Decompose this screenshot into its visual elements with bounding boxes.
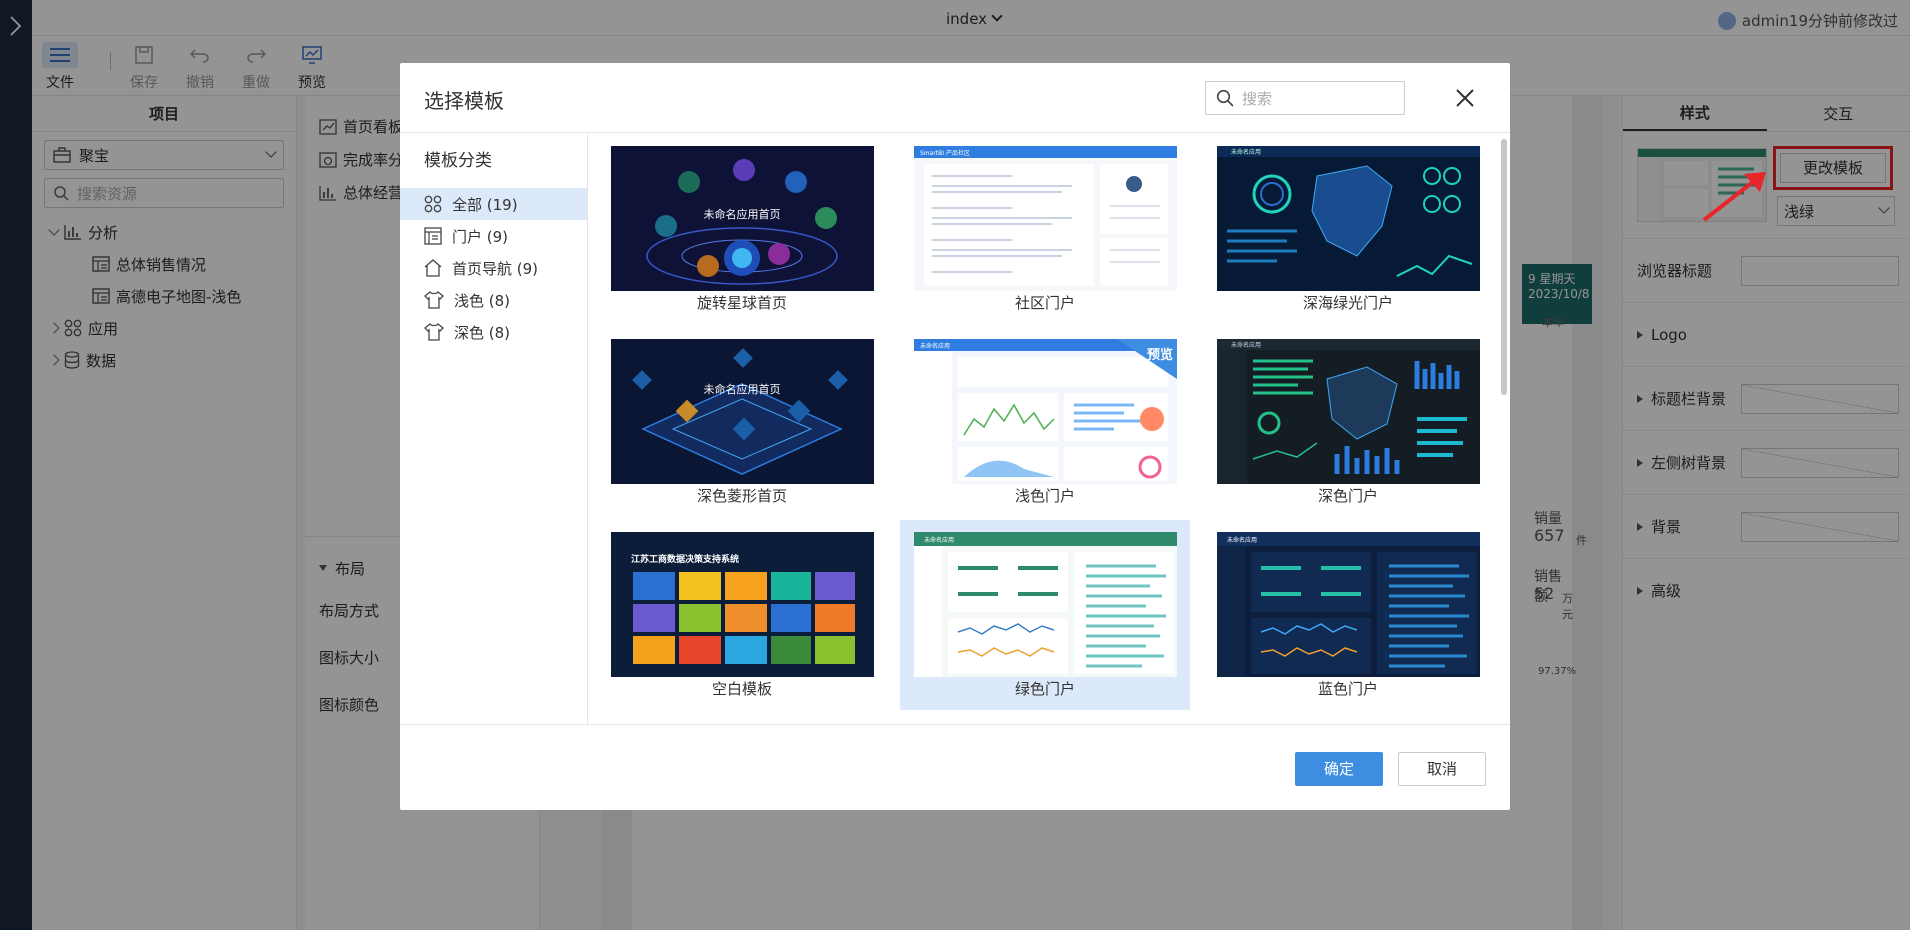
confirm-button[interactable]: 确定 xyxy=(1295,752,1383,786)
template-name: 深色菱形首页 xyxy=(696,487,787,505)
template-grid-scrollbar[interactable] xyxy=(1501,139,1507,395)
template-name: 蓝色门户 xyxy=(1317,680,1378,698)
dialog-footer: 确定 取消 xyxy=(400,724,1510,810)
template-thumbnail: 未命名应用首页 xyxy=(611,146,874,291)
dialog-title: 选择模板 xyxy=(424,89,504,113)
template-thumbnail: 未命名应用 xyxy=(1217,146,1480,291)
template-card-dark-diamond[interactable]: 未命名应用首页 深色菱形首页 xyxy=(597,327,887,517)
template-thumbnail: SmartBI 产品社区 xyxy=(914,146,1177,291)
template-card-light-portal[interactable]: 未命名应用预览 浅色门户 xyxy=(900,327,1190,517)
svg-text:未命名应用首页: 未命名应用首页 xyxy=(704,382,781,396)
dialog-header: 选择模板 搜索 xyxy=(400,63,1510,133)
template-name: 旋转星球首页 xyxy=(696,294,787,312)
template-name: 浅色门户 xyxy=(1014,487,1075,505)
template-grid: 未命名应用首页 旋转星球首页 SmartBI 产品社区 社区门户 未命名应用 深… xyxy=(589,134,1501,724)
template-thumbnail: 未命名应用 xyxy=(914,532,1177,677)
template-name: 绿色门户 xyxy=(1014,680,1075,698)
svg-text:未命名应用首页: 未命名应用首页 xyxy=(704,207,781,221)
svg-text:未命名应用: 未命名应用 xyxy=(1227,536,1257,544)
template-picker-dialog: 选择模板 搜索 模板分类 全部 (19) 门户 (9) 首页导航 (9) 浅色 … xyxy=(400,63,1510,810)
template-thumbnail: 未命名应用 xyxy=(1217,532,1480,677)
template-name: 社区门户 xyxy=(1014,294,1075,312)
template-name: 空白模板 xyxy=(711,680,772,698)
category-all[interactable]: 全部 (19) xyxy=(400,188,587,220)
home-icon xyxy=(424,259,442,277)
template-thumbnail: 未命名应用 xyxy=(1217,339,1480,484)
cancel-button[interactable]: 取消 xyxy=(1398,752,1486,786)
template-search-input[interactable]: 搜索 xyxy=(1205,81,1405,115)
search-icon xyxy=(1216,89,1234,107)
shirt-icon xyxy=(424,291,444,309)
svg-text:未命名应用: 未命名应用 xyxy=(924,536,954,544)
template-thumbnail: 未命名应用预览 xyxy=(914,339,1177,484)
shirt-icon xyxy=(424,323,444,341)
template-name: 深海绿光门户 xyxy=(1302,294,1393,312)
preview-badge: 预览 xyxy=(1147,347,1173,363)
template-card-deep-sea-green[interactable]: 未命名应用 深海绿光门户 xyxy=(1203,134,1493,324)
svg-text:SmartBI 产品社区: SmartBI 产品社区 xyxy=(920,149,970,157)
template-name: 深色门户 xyxy=(1317,487,1378,505)
category-header: 模板分类 xyxy=(424,151,492,171)
portal-icon xyxy=(424,227,442,245)
svg-text:未命名应用: 未命名应用 xyxy=(1231,341,1261,349)
category-home-nav[interactable]: 首页导航 (9) xyxy=(400,252,587,284)
template-card-rotating-planet[interactable]: 未命名应用首页 旋转星球首页 xyxy=(597,134,887,324)
svg-text:未命名应用: 未命名应用 xyxy=(1231,148,1261,156)
grid-icon xyxy=(424,195,442,213)
template-card-dark-portal[interactable]: 未命名应用 深色门户 xyxy=(1203,327,1493,517)
category-dark[interactable]: 深色 (8) xyxy=(400,316,587,348)
template-thumbnail: 未命名应用首页 xyxy=(611,339,874,484)
close-icon[interactable] xyxy=(1452,85,1478,111)
template-card-blue-portal[interactable]: 未命名应用 蓝色门户 xyxy=(1203,520,1493,710)
svg-text:江苏工商数据决策支持系统: 江苏工商数据决策支持系统 xyxy=(631,553,739,565)
svg-text:未命名应用: 未命名应用 xyxy=(920,342,950,350)
category-light[interactable]: 浅色 (8) xyxy=(400,284,587,316)
template-thumbnail: 江苏工商数据决策支持系统 xyxy=(611,532,874,677)
template-card-green-portal[interactable]: 未命名应用 绿色门户 xyxy=(900,520,1190,710)
annotation-arrow-icon xyxy=(1702,172,1766,222)
template-card-blank[interactable]: 江苏工商数据决策支持系统 空白模板 xyxy=(597,520,887,710)
category-portal[interactable]: 门户 (9) xyxy=(400,220,587,252)
category-sidebar: 模板分类 全部 (19) 门户 (9) 首页导航 (9) 浅色 (8) 深色 (… xyxy=(400,134,588,724)
template-card-community-portal[interactable]: SmartBI 产品社区 社区门户 xyxy=(900,134,1190,324)
